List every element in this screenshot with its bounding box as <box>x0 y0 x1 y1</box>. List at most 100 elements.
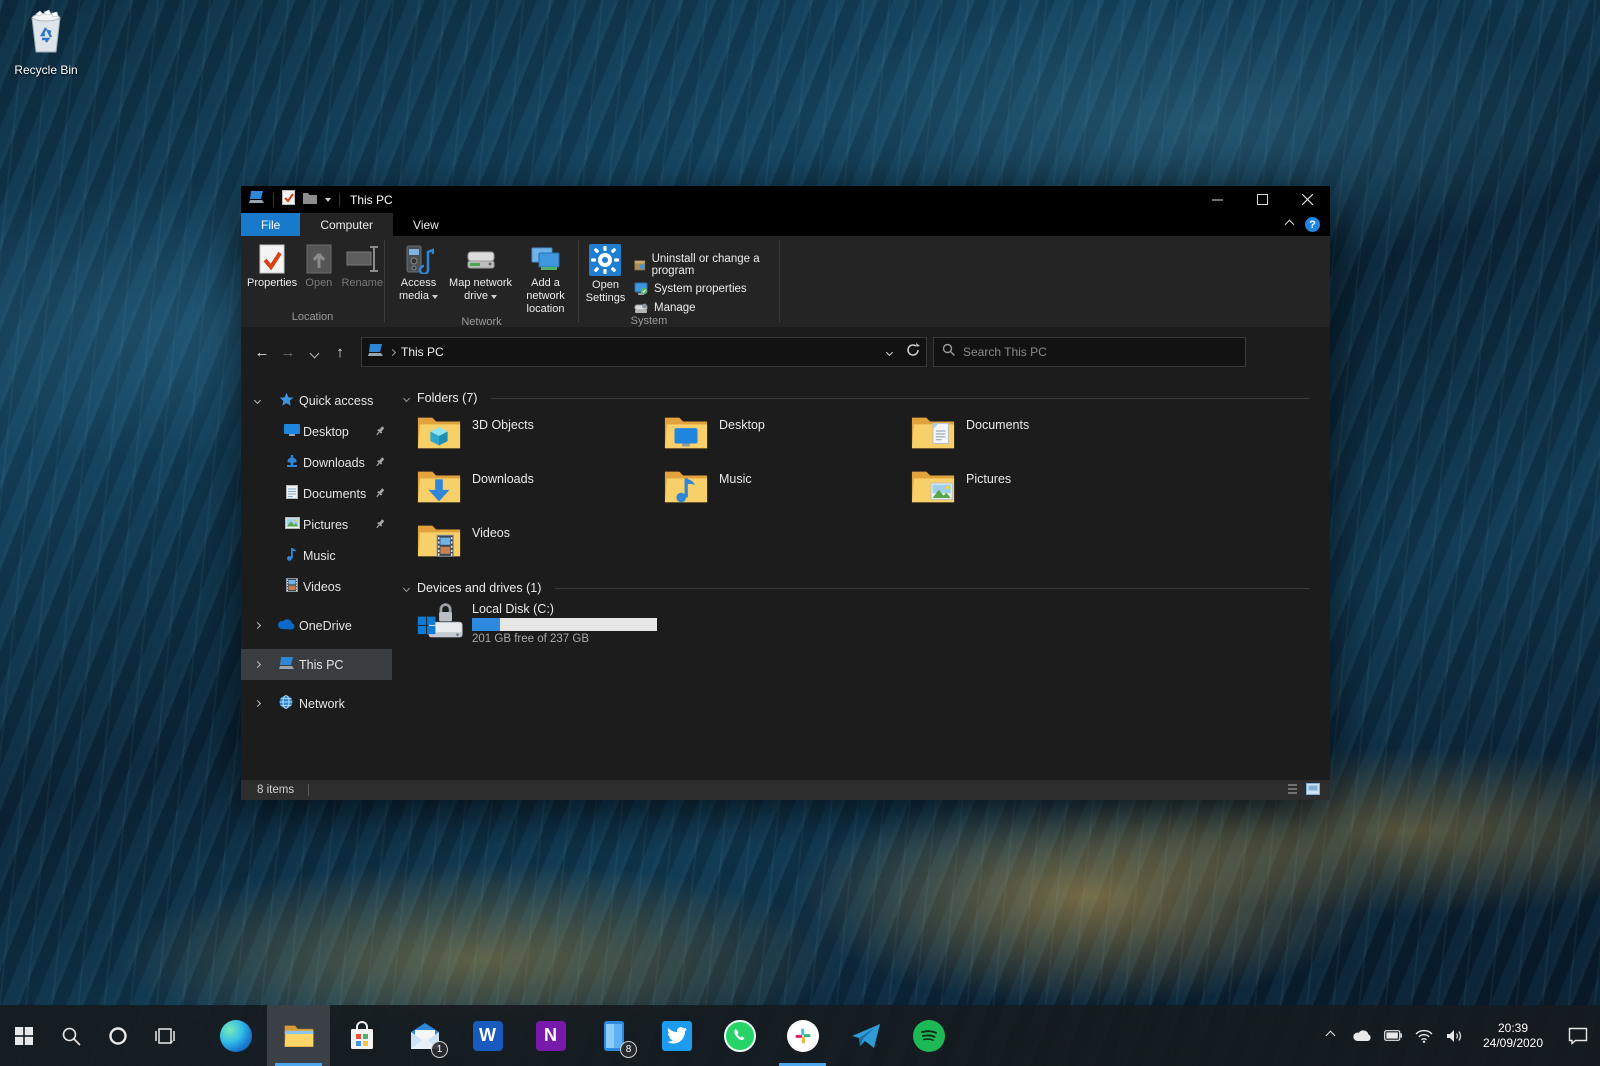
tab-view[interactable]: View <box>393 213 459 236</box>
action-center-icon[interactable] <box>1556 1027 1600 1045</box>
sidebar-item-onedrive[interactable]: OneDrive <box>241 610 392 641</box>
sidebar-item-desktop[interactable]: Desktop <box>241 416 392 447</box>
tile-videos[interactable]: Videos <box>416 519 663 573</box>
sidebar-label: Pictures <box>303 517 349 532</box>
search-box[interactable] <box>933 337 1246 367</box>
map-network-drive-button[interactable]: Map network drive <box>448 241 513 303</box>
network-expand-icon[interactable] <box>253 699 262 708</box>
cortana-button[interactable] <box>94 1005 141 1066</box>
start-button[interactable] <box>0 1005 47 1066</box>
sidebar-item-music[interactable]: Music <box>241 540 392 571</box>
sidebar-item-this-pc[interactable]: This PC <box>241 649 392 680</box>
forward-icon[interactable]: → <box>275 344 301 361</box>
open-settings-button[interactable]: Open Settings <box>583 241 628 305</box>
sidebar-item-documents[interactable]: Documents <box>241 478 392 509</box>
section-collapse-icon[interactable] <box>402 394 411 402</box>
this-pc-window-icon <box>249 190 265 209</box>
taskbar: 1 W N 8 20:39 24/09/2020 <box>0 1005 1600 1066</box>
taskbar-word-icon[interactable]: W <box>456 1005 519 1066</box>
tile-downloads[interactable]: Downloads <box>416 465 663 519</box>
sidebar-label: Desktop <box>303 424 349 439</box>
qat-customize-caret[interactable] <box>325 197 331 202</box>
taskbar-slack-icon[interactable] <box>771 1005 834 1066</box>
taskbar-spotify-icon[interactable] <box>897 1005 960 1066</box>
sidebar-label: Videos <box>303 579 341 594</box>
tile-pictures[interactable]: Pictures <box>910 465 1157 519</box>
taskbar-whatsapp-icon[interactable] <box>708 1005 771 1066</box>
breadcrumb-chevron-icon[interactable] <box>388 348 397 356</box>
taskbar-mail-icon[interactable]: 1 <box>393 1005 456 1066</box>
refresh-icon[interactable] <box>906 342 920 362</box>
tab-computer[interactable]: Computer <box>300 213 394 236</box>
taskbar-file-explorer-icon[interactable] <box>267 1005 330 1066</box>
sidebar-label: Quick access <box>299 393 374 408</box>
taskbar-edge-icon[interactable] <box>204 1005 267 1066</box>
sidebar-item-videos[interactable]: Videos <box>241 571 392 602</box>
taskbar-twitter-icon[interactable] <box>645 1005 708 1066</box>
access-media-button[interactable]: Access media <box>389 241 448 303</box>
tile-documents[interactable]: Documents <box>910 411 1157 465</box>
help-icon[interactable]: ? <box>1305 217 1320 232</box>
back-icon[interactable]: ← <box>249 344 275 361</box>
taskbar-your-phone-icon[interactable]: 8 <box>582 1005 645 1066</box>
properties-button[interactable]: Properties <box>247 241 297 290</box>
maximize-button[interactable] <box>1240 186 1285 213</box>
tile-3d-objects[interactable]: 3D Objects <box>416 411 663 465</box>
search-input[interactable] <box>963 345 1237 359</box>
recycle-bin-desktop-icon[interactable]: Recycle Bin <box>8 8 84 77</box>
tray-wifi-icon[interactable] <box>1408 1029 1439 1043</box>
tab-file[interactable]: File <box>241 213 301 236</box>
system-properties-label: System properties <box>653 283 747 295</box>
quick-access-expand-icon[interactable] <box>253 396 262 405</box>
explorer-window: This PC File Computer View ? Properties … <box>241 186 1330 800</box>
navigation-bar: ← → ↑ This PC <box>241 327 1330 377</box>
section-folders[interactable]: Folders (7) <box>392 391 1330 405</box>
sidebar-item-pictures[interactable]: Pictures <box>241 509 392 540</box>
address-dropdown-icon[interactable] <box>885 348 894 356</box>
taskbar-clock[interactable]: 20:39 24/09/2020 <box>1470 1021 1556 1051</box>
taskbar-search-button[interactable] <box>47 1005 94 1066</box>
pin-icon <box>374 518 386 533</box>
sidebar-item-quick-access[interactable]: Quick access <box>241 385 392 416</box>
tray-hidden-icons-chevron[interactable] <box>1315 1030 1346 1041</box>
large-icons-view-icon[interactable] <box>1306 782 1320 798</box>
qat-new-folder-icon[interactable] <box>303 191 317 209</box>
tray-volume-icon[interactable] <box>1439 1029 1470 1043</box>
breadcrumb[interactable]: This PC <box>401 345 444 359</box>
tile-desktop[interactable]: Desktop <box>663 411 910 465</box>
section-collapse-icon[interactable] <box>402 584 411 592</box>
drive-free-text: 201 GB free of 237 GB <box>472 633 589 645</box>
tile-music[interactable]: Music <box>663 465 910 519</box>
sidebar-item-network[interactable]: Network <box>241 688 392 719</box>
manage-button[interactable]: Manage <box>634 301 779 315</box>
recent-locations-icon[interactable] <box>301 344 327 361</box>
rename-button[interactable]: Rename <box>341 241 384 290</box>
details-view-icon[interactable] <box>1284 783 1298 798</box>
onedrive-expand-icon[interactable] <box>253 621 262 630</box>
add-network-location-button[interactable]: Add a network location <box>513 241 578 316</box>
minimize-ribbon-icon[interactable] <box>1284 219 1295 230</box>
this-pc-expand-icon[interactable] <box>253 660 262 669</box>
minimize-button[interactable] <box>1195 186 1240 213</box>
task-view-button[interactable] <box>141 1005 188 1066</box>
sidebar-item-downloads[interactable]: Downloads <box>241 447 392 478</box>
up-icon[interactable]: ↑ <box>327 344 353 361</box>
taskbar-store-icon[interactable] <box>330 1005 393 1066</box>
tray-battery-icon[interactable] <box>1377 1030 1408 1041</box>
taskbar-telegram-icon[interactable] <box>834 1005 897 1066</box>
open-button[interactable]: Open <box>297 241 340 290</box>
taskbar-onenote-icon[interactable]: N <box>519 1005 582 1066</box>
address-bar[interactable]: This PC <box>361 337 927 367</box>
system-tray: 20:39 24/09/2020 <box>1315 1005 1600 1066</box>
qat-properties-icon[interactable] <box>282 189 295 210</box>
rename-label: Rename <box>341 277 384 289</box>
close-button[interactable] <box>1285 186 1330 213</box>
uninstall-program-button[interactable]: Uninstall or change a program <box>634 253 779 277</box>
system-properties-button[interactable]: System properties <box>634 282 779 296</box>
section-devices[interactable]: Devices and drives (1) <box>392 581 1330 595</box>
recycle-bin-label: Recycle Bin <box>14 63 78 77</box>
map-drive-caret <box>491 295 497 299</box>
tile-local-disk-c[interactable]: Local Disk (C:) 201 GB free of 237 GB <box>416 601 676 647</box>
tray-onedrive-icon[interactable] <box>1346 1029 1377 1042</box>
title-bar[interactable]: This PC <box>241 186 1330 213</box>
